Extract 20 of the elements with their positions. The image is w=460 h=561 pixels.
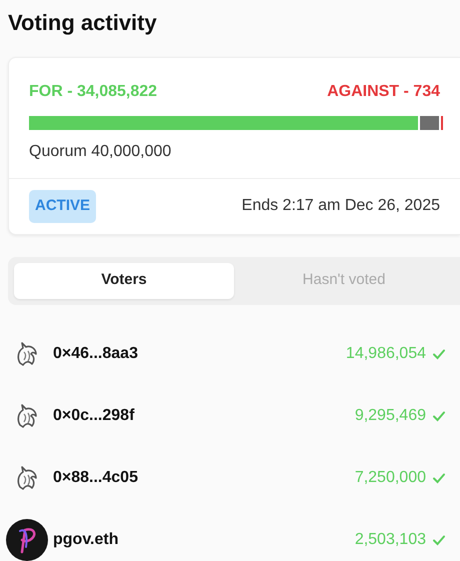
vote-amount: 14,986,054 xyxy=(346,344,426,364)
check-icon xyxy=(432,408,446,422)
for-count: FOR - 34,085,822 xyxy=(29,82,158,102)
voter-address[interactable]: 0×0c...298f xyxy=(53,404,134,428)
against-count: AGAINST - 734 xyxy=(327,82,440,102)
check-icon xyxy=(432,470,446,484)
check-icon xyxy=(432,346,446,360)
vote-amount: 2,503,103 xyxy=(354,530,426,550)
section-title: Voting activity xyxy=(7,9,158,37)
voter-address[interactable]: 0×46...8aa3 xyxy=(53,342,138,366)
vote-amount: 9,295,469 xyxy=(354,406,426,426)
quorum-text: Quorum 40,000,000 xyxy=(29,142,172,162)
tab[interactable]: Voters xyxy=(14,262,234,298)
voter-address[interactable]: 0×88...4c05 xyxy=(53,466,138,490)
end-time: Ends 2:17 am Dec 26, 2025 xyxy=(242,196,440,216)
status-badge: ACTIVE xyxy=(29,190,96,222)
voter-address[interactable]: pgov.eth xyxy=(53,528,118,552)
check-icon xyxy=(432,532,446,546)
vote-amount: 7,250,000 xyxy=(354,468,426,488)
avatar-logo-icon xyxy=(6,518,48,560)
